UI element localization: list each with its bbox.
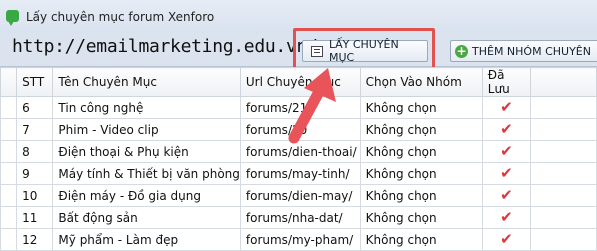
cell-saved: ✔ (481, 140, 532, 163)
row-selector[interactable] (0, 140, 18, 163)
column-header-stt[interactable]: STT (16, 67, 54, 97)
cell-group-select[interactable]: Không chọn (359, 140, 483, 163)
plus-icon: + (455, 43, 468, 58)
cell-group-select[interactable]: Không chọn (359, 206, 483, 229)
row-selector[interactable] (0, 228, 18, 251)
cell-category-url: forums/nha-dat/ (239, 206, 361, 229)
table-row[interactable]: 9 Máy tính & Thiết bị văn phòng forums/may… (0, 162, 597, 185)
column-header-saved[interactable]: Đã Lưu (481, 67, 532, 97)
row-selector[interactable] (0, 162, 18, 185)
cell-saved: ✔ (481, 96, 532, 119)
cell-saved: ✔ (481, 206, 532, 229)
cell-group-select[interactable]: Không chọn (359, 184, 483, 207)
cell-category-url: forums/my-pham/ (239, 228, 361, 251)
cell-category-name: Phim - Video clip (52, 118, 241, 141)
cell-stt: 11 (16, 206, 54, 229)
add-group-button[interactable]: + THÊM NHÓM CHUYÊN (450, 40, 597, 62)
cell-stt: 9 (16, 162, 54, 185)
saved-check-icon: ✔ (500, 120, 513, 138)
cell-category-name: Điện máy - Đồ gia dụng (52, 184, 241, 207)
cell-filler (530, 96, 597, 119)
cell-category-name: Tin công nghệ (52, 96, 241, 119)
cell-filler (530, 228, 597, 251)
cell-stt: 10 (16, 184, 54, 207)
saved-check-icon: ✔ (500, 230, 513, 248)
table-row[interactable]: 12 Mỹ phẩm - Làm đẹp forums/my-pham/Không … (0, 228, 597, 251)
cell-saved: ✔ (481, 162, 532, 185)
forum-url-field[interactable]: http://emailmarketing.edu.vn/ (12, 36, 318, 57)
cell-category-name: Máy tính & Thiết bị văn phòng (52, 162, 241, 185)
table-row[interactable]: 11 Bất động sản forums/nha-dat/Không chọn ✔ (0, 206, 597, 229)
pointer-arrow-icon (288, 68, 336, 144)
cell-category-name: Điện thoại & Phụ kiện (52, 140, 241, 163)
saved-check-icon: ✔ (500, 186, 513, 204)
column-header-filler (530, 67, 597, 97)
column-header-group[interactable]: Chọn Vào Nhóm (359, 67, 483, 97)
row-selector[interactable] (0, 184, 18, 207)
cell-category-name: Bất động sản (52, 206, 241, 229)
column-header-name[interactable]: Tên Chuyên Mục (52, 67, 241, 97)
app-chat-icon (6, 10, 19, 26)
table-row[interactable]: 10 Điện máy - Đồ gia dụng forums/dien-may/… (0, 184, 597, 207)
cell-group-select[interactable]: Không chọn (359, 228, 483, 251)
saved-check-icon: ✔ (500, 164, 513, 182)
row-selector[interactable] (0, 96, 18, 119)
add-group-label: THÊM NHÓM CHUYÊN (472, 44, 591, 58)
row-selector[interactable] (0, 118, 18, 141)
cell-saved: ✔ (481, 118, 532, 141)
cell-category-url: forums/dien-may/ (239, 184, 361, 207)
cell-stt: 7 (16, 118, 54, 141)
cell-filler (530, 118, 597, 141)
row-selector-header (0, 67, 18, 97)
saved-check-icon: ✔ (500, 208, 513, 226)
cell-stt: 12 (16, 228, 54, 251)
cell-saved: ✔ (481, 228, 532, 251)
saved-check-icon: ✔ (500, 98, 513, 116)
saved-check-icon: ✔ (500, 142, 513, 160)
cell-filler (530, 140, 597, 163)
cell-filler (530, 206, 597, 229)
cell-stt: 8 (16, 140, 54, 163)
cell-group-select[interactable]: Không chọn (359, 162, 483, 185)
cell-group-select[interactable]: Không chọn (359, 96, 483, 119)
cell-filler (530, 162, 597, 185)
cell-category-url: forums/may-tinh/ (239, 162, 361, 185)
cell-saved: ✔ (481, 184, 532, 207)
cell-filler (530, 184, 597, 207)
row-selector[interactable] (0, 206, 18, 229)
cell-category-name: Mỹ phẩm - Làm đẹp (52, 228, 241, 251)
cell-stt: 6 (16, 96, 54, 119)
window-title: Lấy chuyên mục forum Xenforo (26, 10, 215, 24)
cell-group-select[interactable]: Không chọn (359, 118, 483, 141)
